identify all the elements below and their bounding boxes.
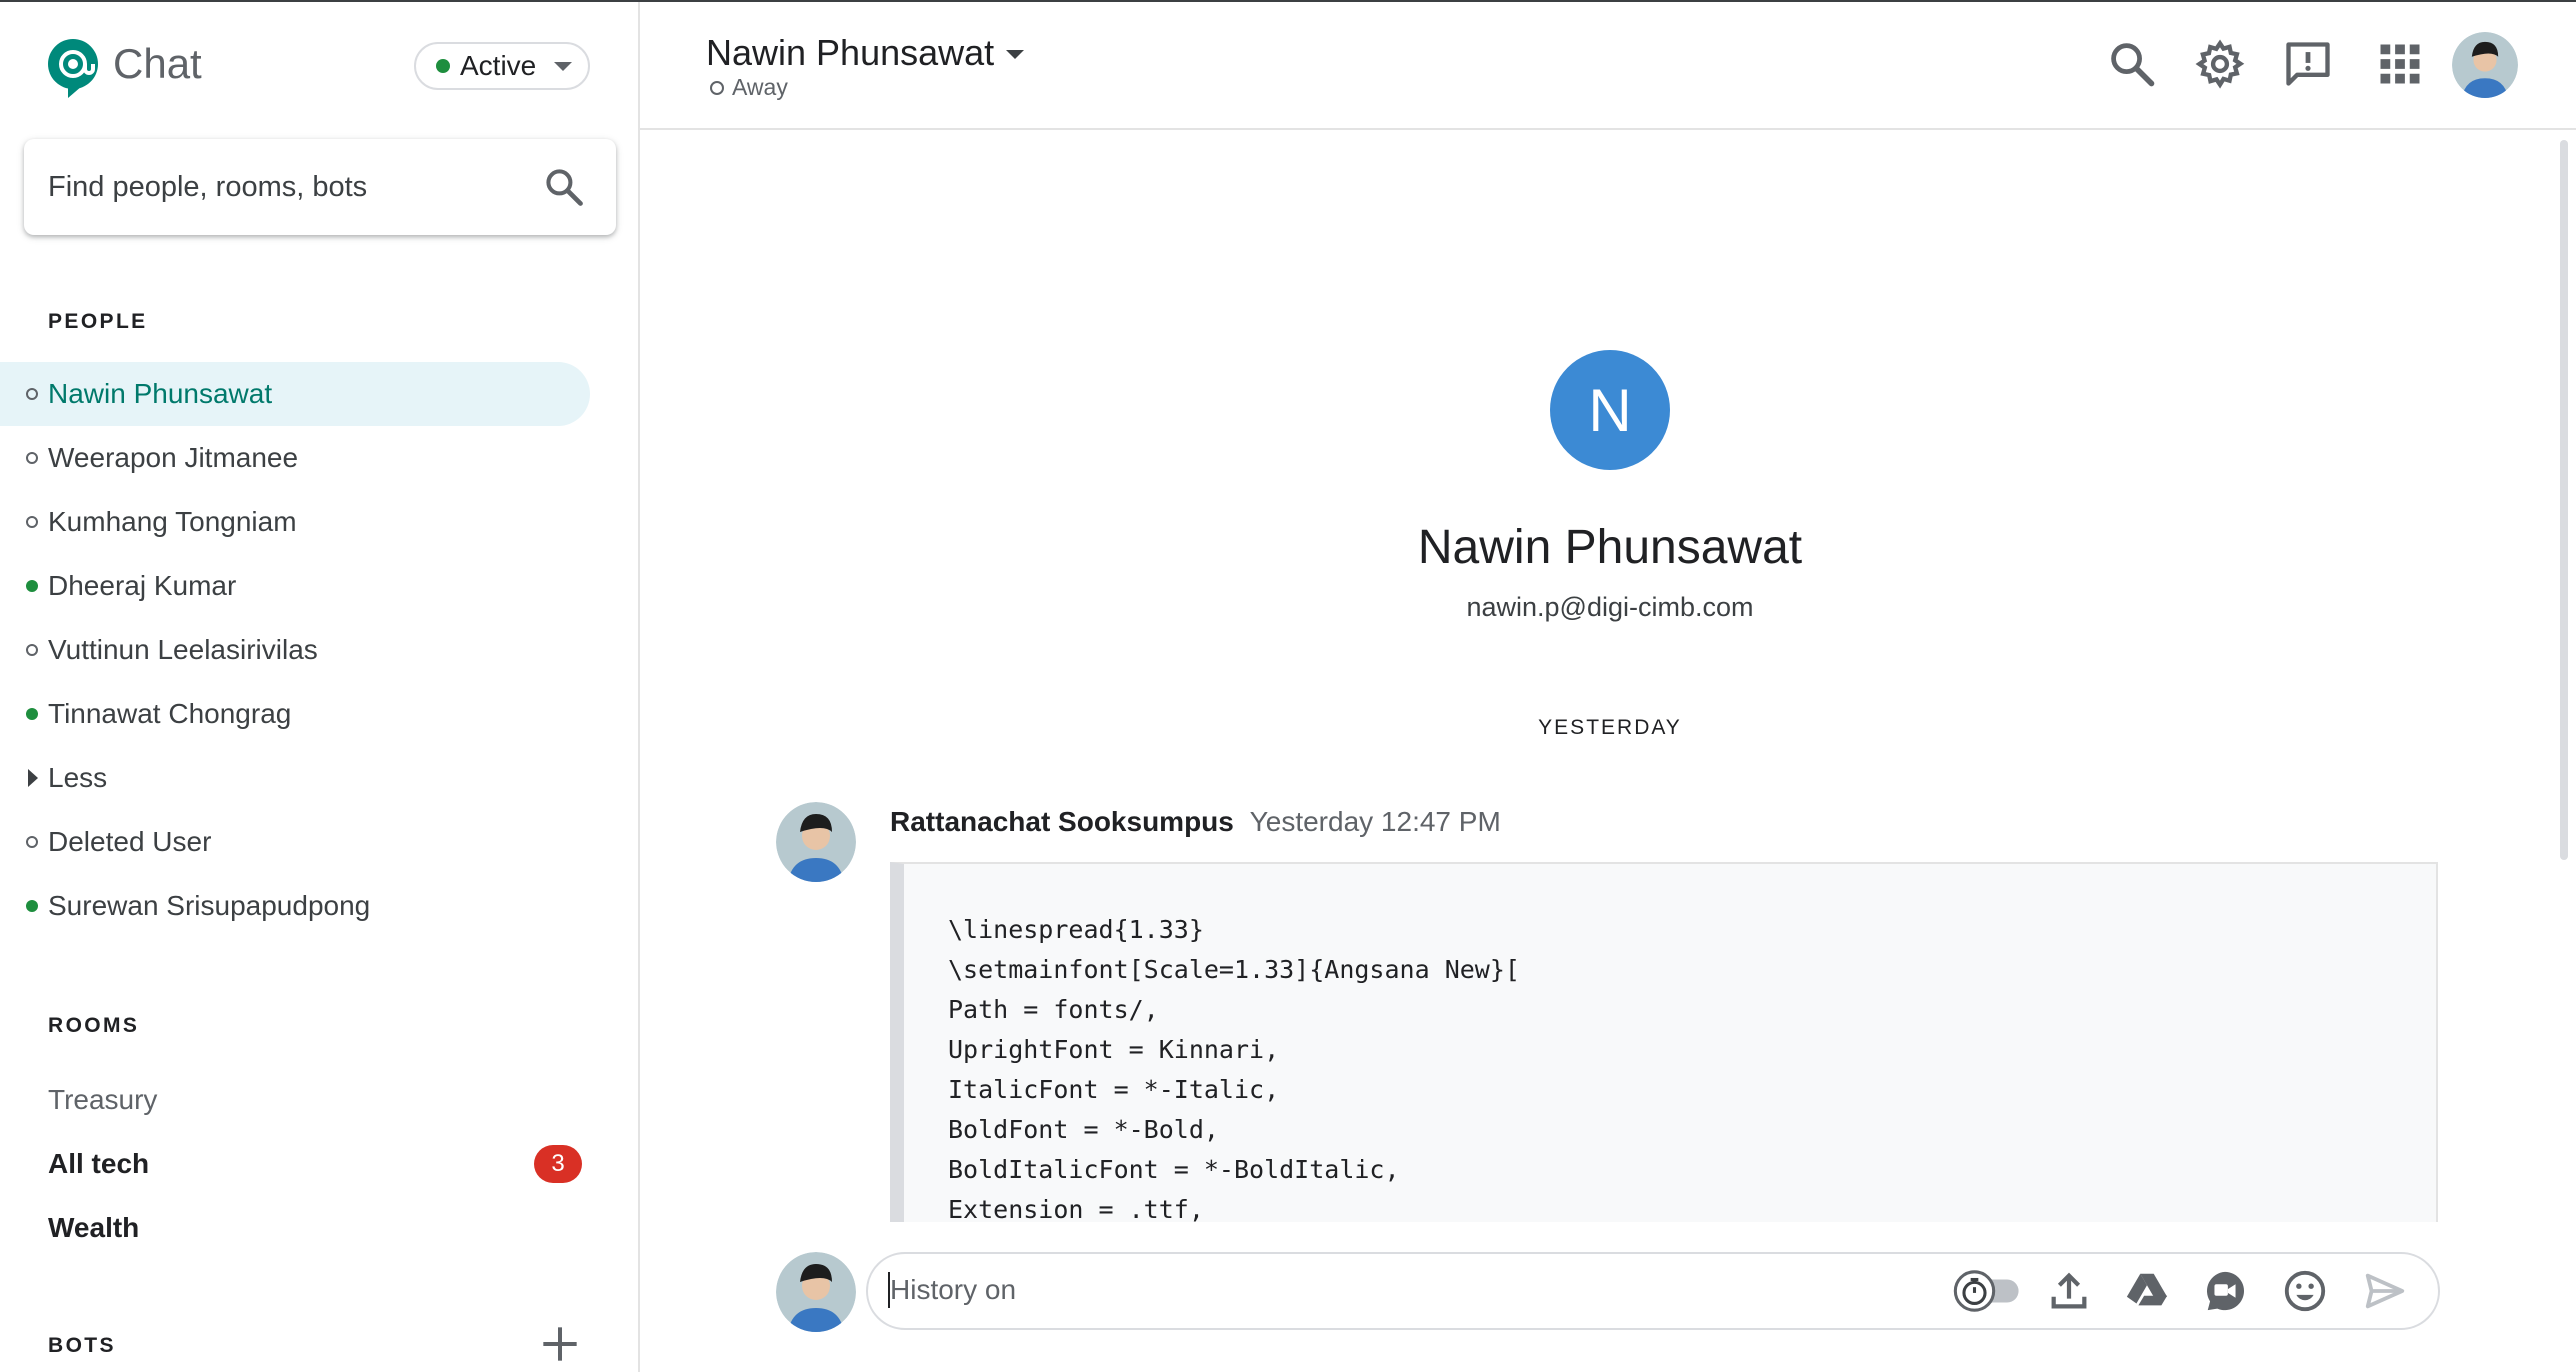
code-line: \linespread{1.33}: [948, 915, 1204, 944]
app-title: Chat: [113, 40, 202, 87]
chevron-down-icon[interactable]: [1006, 50, 1024, 59]
room-name: Treasury: [48, 1084, 158, 1115]
status-selector[interactable]: Active: [414, 42, 590, 90]
room-item-wealth[interactable]: Wealth: [0, 1196, 590, 1260]
status-label: Active: [460, 50, 537, 81]
person-item-deleted-user[interactable]: Deleted User: [0, 810, 590, 874]
history-toggle-icon[interactable]: [1948, 1268, 2024, 1314]
active-status-icon: [26, 580, 38, 592]
person-name: Surewan Srisupapudpong: [48, 890, 371, 921]
person-item-surewan[interactable]: Surewan Srisupapudpong: [0, 874, 590, 938]
section-bots-label: BOTS: [48, 1334, 116, 1357]
send-icon[interactable]: [2362, 1268, 2408, 1314]
away-status-icon: [710, 80, 724, 95]
section-rooms-label: ROOMS: [48, 1014, 140, 1037]
code-line: BoldFont = *-Bold,: [948, 1115, 1219, 1144]
person-name: Weerapon Jitmanee: [48, 442, 299, 473]
code-line: BoldItalicFont = *-BoldItalic,: [948, 1155, 1400, 1184]
message-timestamp: Yesterday 12:47 PM: [1249, 806, 1501, 837]
message-input-placeholder: History on: [890, 1274, 1017, 1305]
conversation-header: Nawin Phunsawat Away: [640, 2, 2576, 130]
person-item-weerapon[interactable]: Weerapon Jitmanee: [0, 426, 590, 490]
person-item-dheeraj[interactable]: Dheeraj Kumar: [0, 554, 590, 618]
person-name: Deleted User: [48, 826, 212, 857]
emoji-icon[interactable]: [2282, 1268, 2328, 1314]
person-item-kumhang[interactable]: Kumhang Tongniam: [0, 490, 590, 554]
people-less-toggle[interactable]: Less: [0, 746, 590, 810]
apps-grid-icon[interactable]: [2374, 38, 2426, 90]
active-status-dot: [436, 59, 450, 73]
conversation-title[interactable]: Nawin Phunsawat: [706, 32, 994, 74]
date-separator: YESTERDAY: [1538, 716, 1682, 739]
chevron-down-icon: [554, 61, 573, 71]
room-name: Wealth: [48, 1212, 140, 1243]
person-item-nawin[interactable]: Nawin Phunsawat: [0, 362, 590, 426]
person-name: Nawin Phunsawat: [48, 378, 273, 409]
unread-count-badge: 3: [534, 1145, 582, 1183]
gear-icon[interactable]: [2194, 38, 2246, 90]
chat-logo-icon[interactable]: [46, 38, 102, 98]
search-icon[interactable]: [542, 165, 586, 209]
profile-email: nawin.p@digi-cimb.com: [1466, 592, 1754, 622]
code-line: Path = fonts/,: [948, 995, 1159, 1024]
less-label: Less: [48, 762, 108, 793]
active-status-icon: [26, 708, 38, 720]
message-code-block: \linespread{1.33} \setmainfont[Scale=1.3…: [890, 862, 2438, 1222]
search-input[interactable]: Find people, rooms, bots: [24, 139, 616, 235]
code-line: Extension = .ttf,: [948, 1195, 1204, 1222]
away-status-icon: [26, 516, 38, 528]
upload-icon[interactable]: [2046, 1268, 2092, 1314]
away-status-icon: [26, 388, 38, 400]
away-status-icon: [26, 836, 38, 848]
search-icon[interactable]: [2106, 38, 2158, 90]
person-name: Vuttinun Leelasirivilas: [48, 634, 318, 665]
away-status-icon: [26, 452, 38, 464]
account-avatar[interactable]: [2452, 32, 2518, 98]
message-sender[interactable]: Rattanachat Sooksumpus: [890, 806, 1234, 837]
caret-right-icon: [28, 769, 38, 787]
person-name: Dheeraj Kumar: [48, 570, 237, 601]
drive-icon[interactable]: [2124, 1268, 2170, 1314]
room-name: All tech: [48, 1148, 150, 1179]
message-input[interactable]: History on: [866, 1252, 2440, 1330]
code-line: ItalicFont = *-Italic,: [948, 1075, 1280, 1104]
person-name: Tinnawat Chongrag: [48, 698, 292, 729]
message-header: Rattanachat Sooksumpus Yesterday 12:47 P…: [890, 806, 1501, 838]
room-item-treasury[interactable]: Treasury: [0, 1068, 590, 1132]
active-status-icon: [26, 900, 38, 912]
profile-name: Nawin Phunsawat: [1417, 521, 1803, 574]
my-avatar: [776, 1252, 856, 1332]
code-line: \setmainfont[Scale=1.33]{Angsana New}[: [948, 955, 1520, 984]
person-item-vuttinun[interactable]: Vuttinun Leelasirivilas: [0, 618, 590, 682]
sidebar: Chat Active Find people, rooms, bots PEO…: [0, 2, 640, 1372]
feedback-icon[interactable]: [2282, 38, 2334, 90]
add-bot-icon[interactable]: [540, 1324, 580, 1364]
code-line: UprightFont = Kinnari,: [948, 1035, 1280, 1064]
person-item-tinnawat[interactable]: Tinnawat Chongrag: [0, 682, 590, 746]
room-item-all-tech[interactable]: All tech 3: [0, 1132, 590, 1196]
profile-avatar: N: [1550, 350, 1670, 470]
conversation-status: Away: [710, 74, 788, 101]
person-name: Kumhang Tongniam: [48, 506, 297, 537]
away-status-icon: [26, 644, 38, 656]
message-scrollbar[interactable]: [2560, 140, 2568, 860]
sender-avatar[interactable]: [776, 802, 856, 882]
section-people-label: PEOPLE: [48, 310, 148, 333]
video-meet-icon[interactable]: [2202, 1268, 2248, 1314]
search-placeholder: Find people, rooms, bots: [48, 170, 368, 203]
status-text: Away: [732, 74, 788, 100]
conversation-pane: N Nawin Phunsawat nawin.p@digi-cimb.com …: [640, 130, 2576, 1372]
